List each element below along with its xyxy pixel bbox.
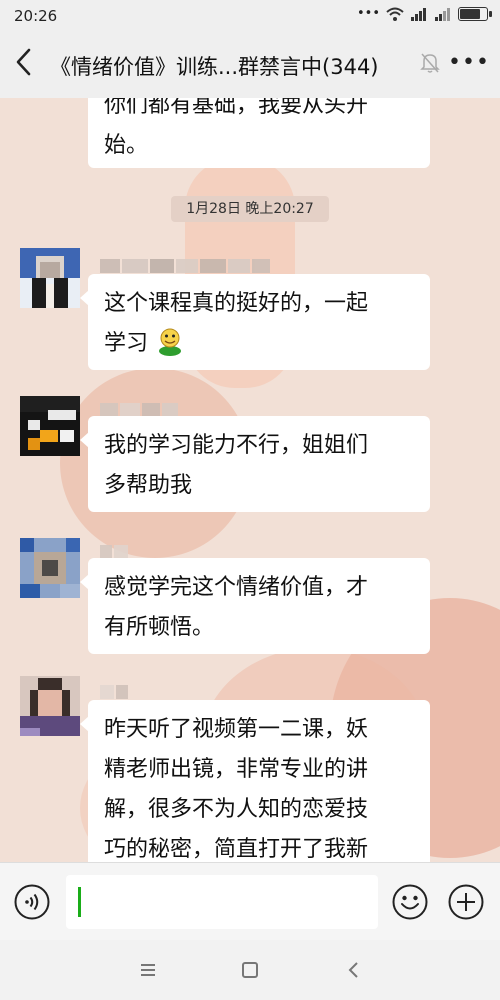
message-input[interactable] [66, 875, 378, 929]
plus-icon [448, 884, 484, 920]
signal-icon [411, 7, 426, 21]
message-text-line: 精老师出镜，非常专业的讲 [104, 757, 369, 782]
avatar-image [20, 248, 80, 308]
status-bar: 20:26 ••• [0, 0, 500, 32]
chat-header: 《情绪价值》训练...群禁言中(344) ••• [0, 32, 500, 99]
message-text-line: 多帮助我 [104, 473, 193, 498]
emoji-button[interactable] [392, 884, 428, 920]
more-button[interactable]: ••• [448, 50, 490, 75]
sender-name-blurred [100, 544, 130, 559]
message-bubble[interactable]: 感觉学完这个情绪价值，才 有所顿悟。 [80, 558, 430, 654]
message-bubble[interactable]: 我的学习能力不行，姐姐们 多帮助我 [80, 416, 430, 512]
sender-name-blurred [100, 258, 272, 273]
home-nav-button[interactable] [238, 958, 262, 982]
sender-name-blurred [100, 402, 180, 417]
more-actions-button[interactable] [448, 884, 484, 920]
menu-nav-button[interactable] [136, 958, 160, 982]
signal-icon-2 [435, 7, 450, 21]
message-text-line: 你们都有基础，我要从头开 [104, 98, 369, 118]
message-text-line: 有所顿悟。 [104, 615, 215, 640]
message-text-line: 解，很多不为人知的恋爱技 [104, 797, 369, 822]
system-nav-bar [0, 940, 500, 1000]
avatar[interactable] [20, 248, 80, 308]
dots-icon: ••• [356, 6, 380, 21]
avatar[interactable] [20, 396, 80, 456]
chat-area[interactable]: 你们都有基础，我要从头开 始。 1月28日 晚上20:27 这个课程真的挺好的，… [0, 98, 500, 862]
message-timestamp: 1月28日 晚上20:27 [171, 196, 329, 222]
back-nav-button[interactable] [342, 958, 366, 982]
message-bubble[interactable]: 你们都有基础，我要从头开 始。 [88, 98, 430, 168]
emoji-icon [392, 884, 428, 920]
message-text-line: 感觉学完这个情绪价值，才 [104, 575, 369, 600]
status-icons: ••• [356, 6, 492, 21]
voice-button[interactable] [14, 884, 50, 920]
home-square-icon [242, 962, 258, 978]
message-text-line: 巧的秘密，简直打开了我新 [104, 837, 369, 862]
back-button[interactable] [14, 46, 44, 82]
avatar-image [20, 538, 80, 598]
message-text-line: 我的学习能力不行，姐姐们 [104, 433, 369, 458]
battery-fill [460, 8, 481, 19]
message-bubble[interactable]: 这个课程真的挺好的，一起 学习 [80, 274, 430, 370]
wifi-icon [386, 7, 404, 21]
text-cursor [78, 887, 81, 917]
bell-muted-icon [420, 53, 440, 73]
sender-name-blurred [100, 684, 130, 699]
mute-indicator [420, 52, 442, 74]
avatar-image [20, 676, 80, 736]
menu-icon [141, 964, 155, 976]
emoji-icon [159, 328, 182, 356]
avatar[interactable] [20, 538, 80, 598]
voice-icon [14, 884, 50, 920]
status-time: 20:26 [14, 7, 58, 25]
message-text-line: 始。 [104, 133, 149, 158]
message-text-line: 昨天听了视频第一二课，妖 [104, 717, 369, 742]
avatar-image [20, 396, 80, 456]
message-bubble[interactable]: 昨天听了视频第一二课，妖 精老师出镜，非常专业的讲 解，很多不为人知的恋爱技 巧… [80, 700, 430, 862]
back-chevron-icon [348, 962, 358, 978]
message-text-line: 这个课程真的挺好的，一起 [104, 291, 369, 316]
back-arrow-icon [16, 48, 31, 76]
input-bar [0, 862, 500, 941]
battery-icon [458, 6, 492, 21]
message-text-line: 学习 [104, 324, 414, 364]
avatar[interactable] [20, 676, 80, 736]
chat-title: 《情绪价值》训练...群禁言中(344) [50, 55, 379, 79]
